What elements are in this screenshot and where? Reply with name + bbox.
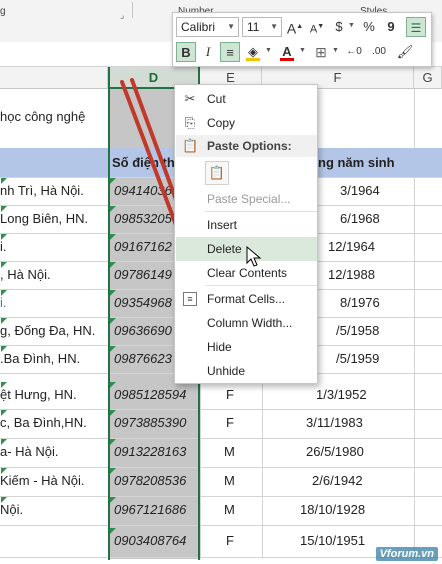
increase-font-button[interactable]: A▲	[285, 17, 305, 37]
chevron-down-icon[interactable]: ▼	[270, 18, 278, 36]
align-center-icon: ≡	[226, 45, 234, 60]
paste-options-header: 📋 Paste Options:	[176, 135, 317, 157]
font-size-value: 11	[247, 20, 260, 34]
format-painter-button[interactable]: 🖌	[395, 42, 415, 62]
percent-button[interactable]: %	[359, 17, 379, 37]
menu-item-paste-special[interactable]: Paste Special...	[176, 187, 317, 211]
format-painter-icon: 🖌	[396, 44, 414, 59]
decrease-decimal-button[interactable]: .00	[369, 42, 389, 62]
format-table-icon: ☰	[410, 21, 422, 35]
paint-bucket-icon: ◈	[248, 44, 258, 59]
decrease-font-button[interactable]: A▼	[307, 17, 327, 37]
clipboard-icon: 📋	[182, 138, 199, 153]
borders-button[interactable]: ⊞	[311, 42, 331, 62]
menu-item-insert[interactable]: Insert	[176, 213, 317, 237]
font-name-box[interactable]: Calibri ▼	[176, 17, 239, 37]
paste-clipboard-icon[interactable]: 📋	[205, 161, 229, 185]
currency-button[interactable]: $	[329, 17, 349, 37]
chevron-down-icon[interactable]: ▼	[299, 47, 306, 54]
decrease-decimal-icon: .00	[372, 46, 386, 57]
menu-item-copy[interactable]: ⎘ Copy	[176, 111, 317, 135]
scissors-icon: ✂	[184, 91, 196, 106]
align-center-button[interactable]: ≡	[220, 42, 240, 62]
menu-item-unhide[interactable]: Unhide	[176, 359, 317, 383]
mini-toolbar: Calibri ▼ 11 ▼ A▲ A▼ $ ▼ % 9 ☰ B I ≡ ◈ ▼…	[172, 12, 432, 67]
menu-item-hide[interactable]: Hide	[176, 335, 317, 359]
context-menu: ✂ Cut ⎘ Copy 📋 Paste Options: 📋 Paste Sp…	[174, 84, 318, 384]
format-cells-icon: ≡	[183, 292, 197, 306]
bold-button[interactable]: B	[176, 42, 196, 62]
increase-decimal-button[interactable]: ←0	[344, 42, 364, 62]
menu-item-format-cells[interactable]: ≡ Format Cells...	[176, 287, 317, 311]
wrap-format-button[interactable]: ☰	[406, 17, 426, 37]
menu-item-cut[interactable]: ✂ Cut	[176, 87, 317, 111]
italic-button[interactable]: I	[198, 42, 218, 62]
comma-style-button[interactable]: 9	[381, 17, 401, 37]
chevron-down-icon[interactable]: ▼	[348, 22, 355, 29]
chevron-down-icon[interactable]: ▼	[332, 47, 339, 54]
borders-icon: ⊞	[315, 44, 327, 60]
font-color-button[interactable]: A	[277, 42, 297, 62]
increase-decimal-icon: ←0	[346, 46, 362, 57]
copy-icon: ⎘	[184, 115, 196, 130]
watermark-logo: Vforum.vn	[375, 547, 438, 561]
font-size-box[interactable]: 11 ▼	[242, 17, 282, 37]
menu-item-column-width[interactable]: Column Width...	[176, 311, 317, 335]
chevron-down-icon[interactable]: ▼	[265, 47, 272, 54]
fill-color-button[interactable]: ◈	[243, 42, 263, 62]
chevron-down-icon[interactable]: ▼	[227, 18, 235, 36]
mouse-pointer-icon	[246, 246, 262, 267]
font-name-value: Calibri	[181, 20, 216, 34]
